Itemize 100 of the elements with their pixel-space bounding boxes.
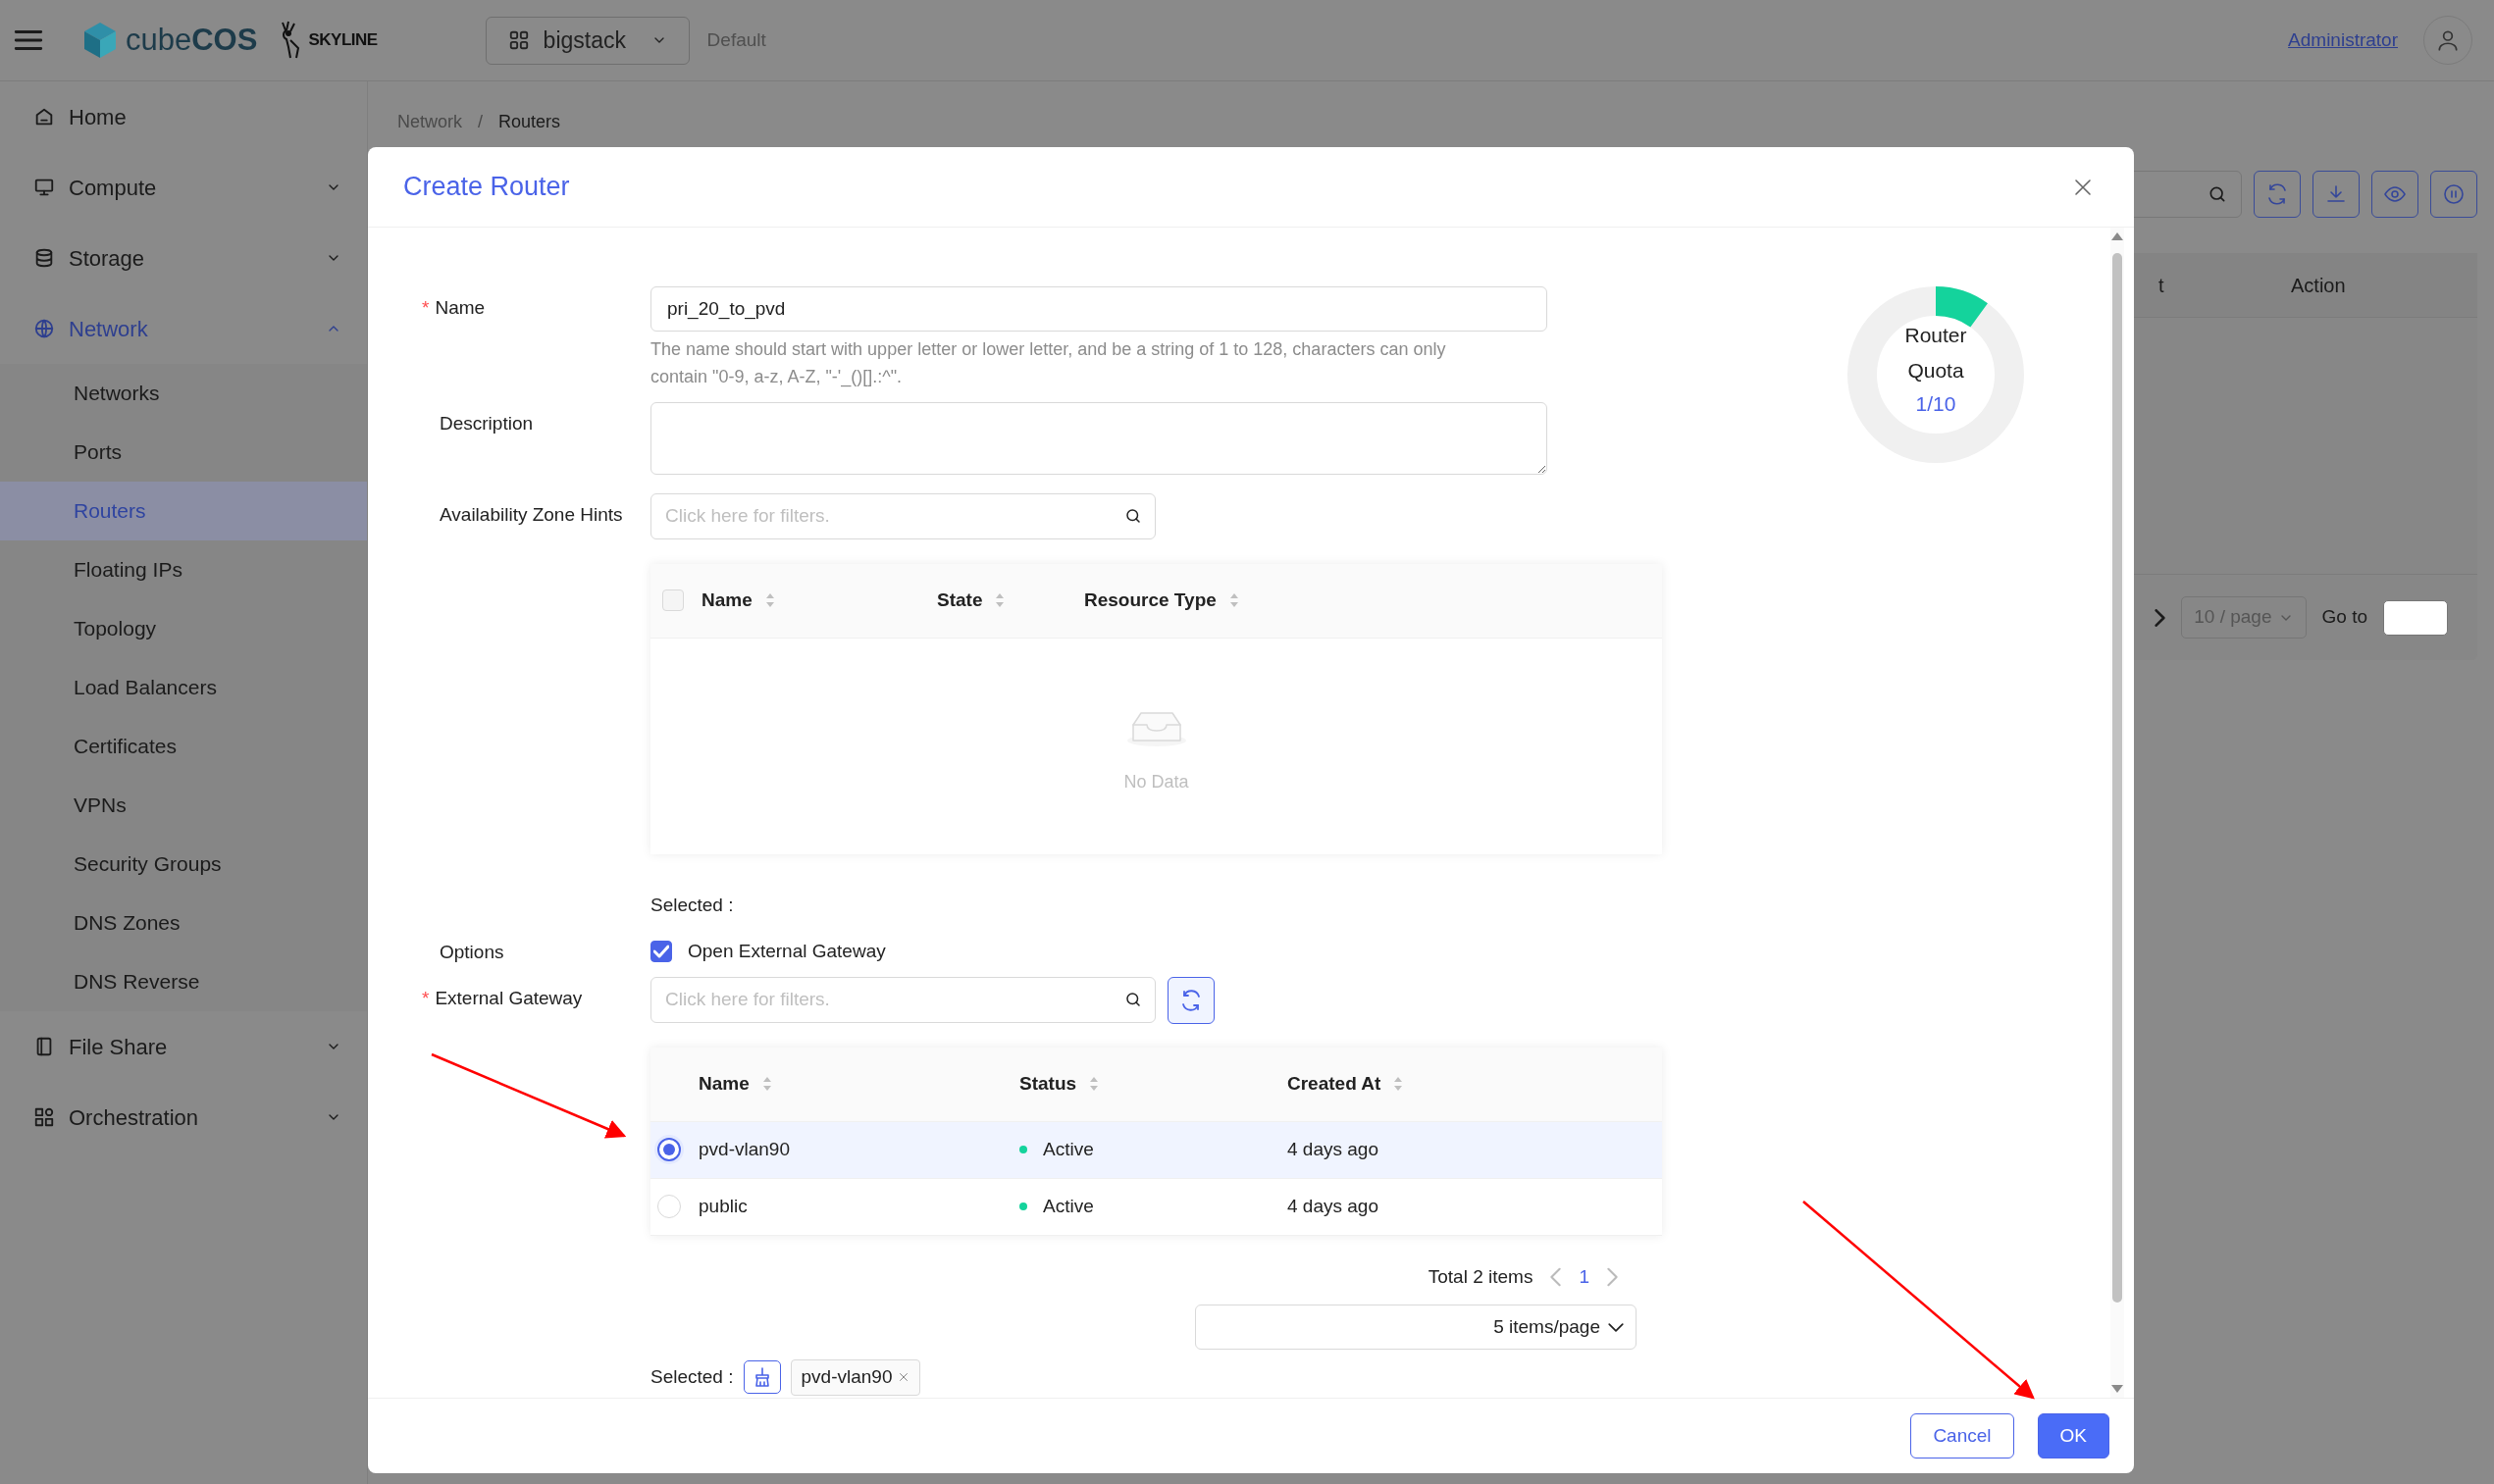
checkbox[interactable] xyxy=(650,941,672,963)
sidebar-subitem[interactable]: Load Balancers xyxy=(0,658,367,717)
filter-field[interactable]: Click here for filters. xyxy=(650,492,1156,539)
table-cell-text: 4 days ago xyxy=(1287,1137,1378,1161)
checkbox-label: Open External Gateway xyxy=(688,940,886,963)
sidebar-item[interactable]: Storage xyxy=(0,223,367,293)
globe-icon xyxy=(33,318,55,339)
name-field[interactable]: pri_20_to_pvd xyxy=(650,286,1547,332)
ok-button[interactable]: OK xyxy=(2037,1413,2109,1458)
close-icon[interactable] xyxy=(898,1371,910,1384)
description-field[interactable] xyxy=(650,402,1547,475)
toolbar-button[interactable] xyxy=(2371,171,2418,218)
database-icon xyxy=(33,247,55,269)
user-avatar[interactable] xyxy=(2423,16,2472,65)
sidebar-item[interactable]: File Share xyxy=(0,1011,367,1082)
table-cell-text: public xyxy=(699,1194,749,1218)
refresh-icon xyxy=(1179,988,1203,1012)
radio-button[interactable] xyxy=(657,1138,681,1161)
field-label: Description xyxy=(440,412,534,435)
field-label: Availability Zone Hints xyxy=(440,502,623,527)
search-icon xyxy=(2208,184,2227,204)
status-dot-icon xyxy=(1019,1146,1027,1153)
sidebar-subitem[interactable]: Topology xyxy=(0,599,367,658)
column-header[interactable]: Resource Type xyxy=(1084,586,1217,615)
quota-title: Router Quota xyxy=(1903,323,1968,384)
cube-logo-icon xyxy=(82,21,118,60)
search-icon xyxy=(1124,990,1142,1008)
selected-label: Selected : xyxy=(650,1365,734,1389)
goto-label: Go to xyxy=(2321,605,2367,630)
sidebar-item[interactable]: Network xyxy=(0,293,367,364)
refresh-button[interactable] xyxy=(1168,976,1215,1024)
sidebar-subitem[interactable]: DNS Zones xyxy=(0,894,367,952)
pause-icon xyxy=(2442,182,2466,206)
brand-name: SKYLINE xyxy=(308,29,378,52)
sidebar-subitem[interactable]: DNS Reverse xyxy=(0,952,367,1011)
apps-icon xyxy=(507,29,530,51)
table-cell-text: 4 days ago xyxy=(1287,1194,1378,1218)
filter-field[interactable]: Click here for filters. xyxy=(650,976,1156,1023)
quota-value: 1/10 xyxy=(1914,391,1957,417)
check-icon xyxy=(653,944,669,960)
column-header: Action xyxy=(2291,273,2347,298)
search-icon xyxy=(1124,506,1142,525)
brand-name: cubeCOS xyxy=(126,21,258,59)
cancel-button[interactable]: Cancel xyxy=(1910,1413,2014,1458)
chevron-right-icon xyxy=(2155,608,2166,627)
breadcrumb-item[interactable]: Network xyxy=(397,109,462,135)
sidebar-item[interactable]: Compute xyxy=(0,152,367,223)
monitor-icon xyxy=(33,177,55,198)
scroll-down-icon[interactable] xyxy=(2110,1384,2124,1394)
toolbar-button[interactable] xyxy=(2312,171,2360,218)
table-row[interactable]: public Active 4 days ago xyxy=(650,1178,1662,1236)
column-header[interactable]: Status xyxy=(1019,1069,1077,1099)
scrollbar-thumb[interactable] xyxy=(2112,253,2122,1303)
breadcrumb-separator: / xyxy=(478,111,484,133)
scrollbar[interactable] xyxy=(2110,228,2124,1398)
empty-text: No Data xyxy=(1123,771,1189,793)
sidebar-item[interactable]: Orchestration xyxy=(0,1082,367,1152)
table-cell-text: pvd-vlan90 xyxy=(699,1137,791,1161)
total-count: Total 2 items xyxy=(1428,1264,1533,1289)
breadcrumb-item: Routers xyxy=(498,111,561,133)
column-header: t xyxy=(2158,273,2165,298)
status-dot-icon xyxy=(1019,1203,1027,1210)
help-text: The name should start with upper letter or lower letter, and be a string of 1 to 128, characters can only contain "0-9, a-z, A-Z, "-'_()[].:^". xyxy=(650,338,1447,389)
table-row[interactable]: pvd-vlan90 Active 4 days ago xyxy=(650,1121,1662,1179)
scroll-up-icon[interactable] xyxy=(2110,231,2124,241)
clear-button[interactable] xyxy=(743,1360,781,1395)
sidebar-subitem[interactable]: Networks xyxy=(0,364,367,423)
toolbar-button[interactable] xyxy=(2254,171,2301,218)
chevron-right-icon xyxy=(1607,1266,1618,1287)
user-link[interactable]: Administrator xyxy=(2288,26,2398,55)
sidebar-subitem[interactable]: Routers xyxy=(0,482,367,540)
selected-label: Selected : xyxy=(650,893,735,917)
column-header[interactable]: Name xyxy=(701,586,753,615)
home-icon xyxy=(33,106,55,128)
page-number[interactable]: 1 xyxy=(1579,1262,1589,1291)
chevron-left-icon xyxy=(1550,1266,1562,1287)
project-selector[interactable]: bigstack xyxy=(485,16,690,65)
sidebar-item[interactable]: Home xyxy=(0,81,367,152)
column-header[interactable]: Created At xyxy=(1287,1069,1381,1099)
sidebar-subitem[interactable]: Security Groups xyxy=(0,835,367,894)
toolbar-button[interactable] xyxy=(2430,171,2477,218)
goto-field[interactable] xyxy=(2383,599,2448,636)
column-header[interactable]: State xyxy=(937,586,983,615)
column-header[interactable]: Name xyxy=(699,1069,750,1099)
sidebar-subitem[interactable]: Certificates xyxy=(0,717,367,776)
table-cell-text: Active xyxy=(1043,1137,1094,1161)
selected-tag: pvd-vlan90 xyxy=(790,1359,921,1396)
chevron-down-icon xyxy=(1608,1322,1624,1332)
field-label: Name xyxy=(435,296,486,320)
page-size-select[interactable]: 5 items/page xyxy=(1195,1305,1637,1350)
required-mark: * xyxy=(422,986,430,1010)
required-mark: * xyxy=(422,296,430,320)
domain-label: Default xyxy=(706,27,766,52)
sidebar-subitem[interactable]: Ports xyxy=(0,423,367,482)
shapes-icon xyxy=(33,1106,55,1128)
sidebar-subitem[interactable]: Floating IPs xyxy=(0,540,367,599)
dialog-title: Create Router xyxy=(403,171,570,204)
sidebar-subitem[interactable]: VPNs xyxy=(0,776,367,835)
field-label: External Gateway xyxy=(435,986,583,1010)
field-label: Options xyxy=(440,941,504,964)
